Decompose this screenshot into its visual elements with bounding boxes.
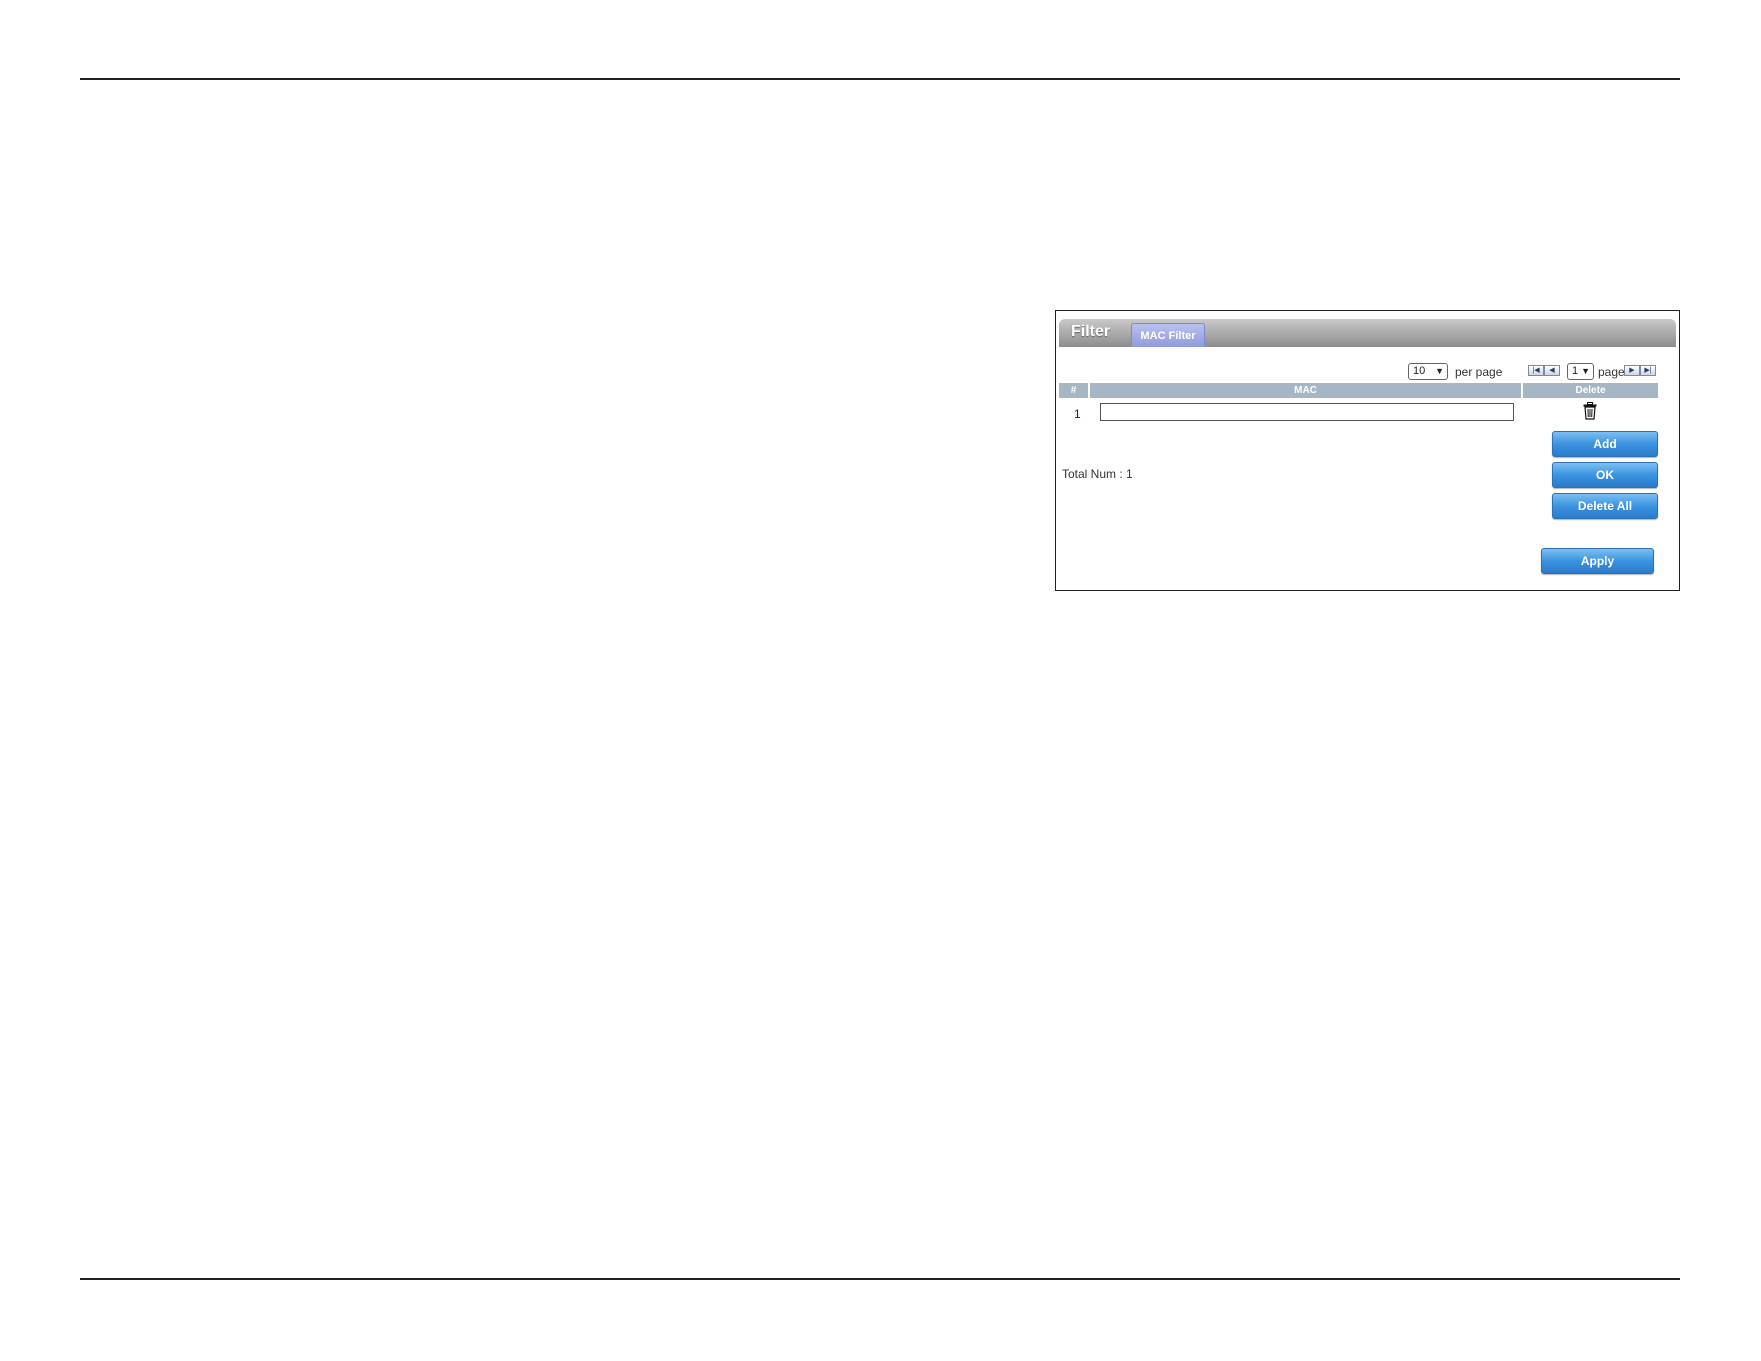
delete-all-button[interactable]: Delete All: [1552, 493, 1658, 519]
header-mac: MAC: [1090, 383, 1521, 398]
first-page-icon[interactable]: |◀: [1528, 365, 1544, 376]
row-number: 1: [1074, 407, 1081, 421]
mac-filter-panel: Filter MAC Filter 10 ▼ per page |◀ ◀ 1 ▼…: [1055, 310, 1680, 591]
tab-mac-filter[interactable]: MAC Filter: [1131, 323, 1205, 347]
page-label: page: [1598, 365, 1625, 379]
chevron-down-icon: ▼: [1581, 366, 1590, 376]
per-page-select[interactable]: 10 ▼: [1408, 363, 1448, 380]
page-select[interactable]: 1 ▼: [1567, 363, 1594, 380]
panel-title: Filter: [1071, 323, 1111, 340]
add-button[interactable]: Add: [1552, 431, 1658, 457]
per-page-label: per page: [1455, 365, 1503, 379]
total-count: Total Num : 1: [1062, 467, 1133, 481]
trash-icon[interactable]: [1583, 402, 1597, 420]
next-page-icon[interactable]: ▶: [1624, 365, 1640, 376]
per-page-value: 10: [1413, 365, 1426, 377]
header-number: #: [1059, 383, 1088, 398]
apply-button[interactable]: Apply: [1541, 548, 1654, 574]
mac-address-input[interactable]: [1100, 403, 1514, 421]
bottom-rule: [80, 1278, 1680, 1280]
chevron-down-icon: ▼: [1435, 366, 1444, 376]
panel-titlebar: Filter MAC Filter: [1059, 319, 1676, 347]
page-value: 1: [1572, 365, 1579, 377]
ok-button[interactable]: OK: [1552, 462, 1658, 488]
prev-page-icon[interactable]: ◀: [1544, 365, 1560, 376]
header-delete: Delete: [1523, 383, 1658, 398]
last-page-icon[interactable]: ▶|: [1640, 365, 1656, 376]
top-rule: [80, 78, 1680, 80]
